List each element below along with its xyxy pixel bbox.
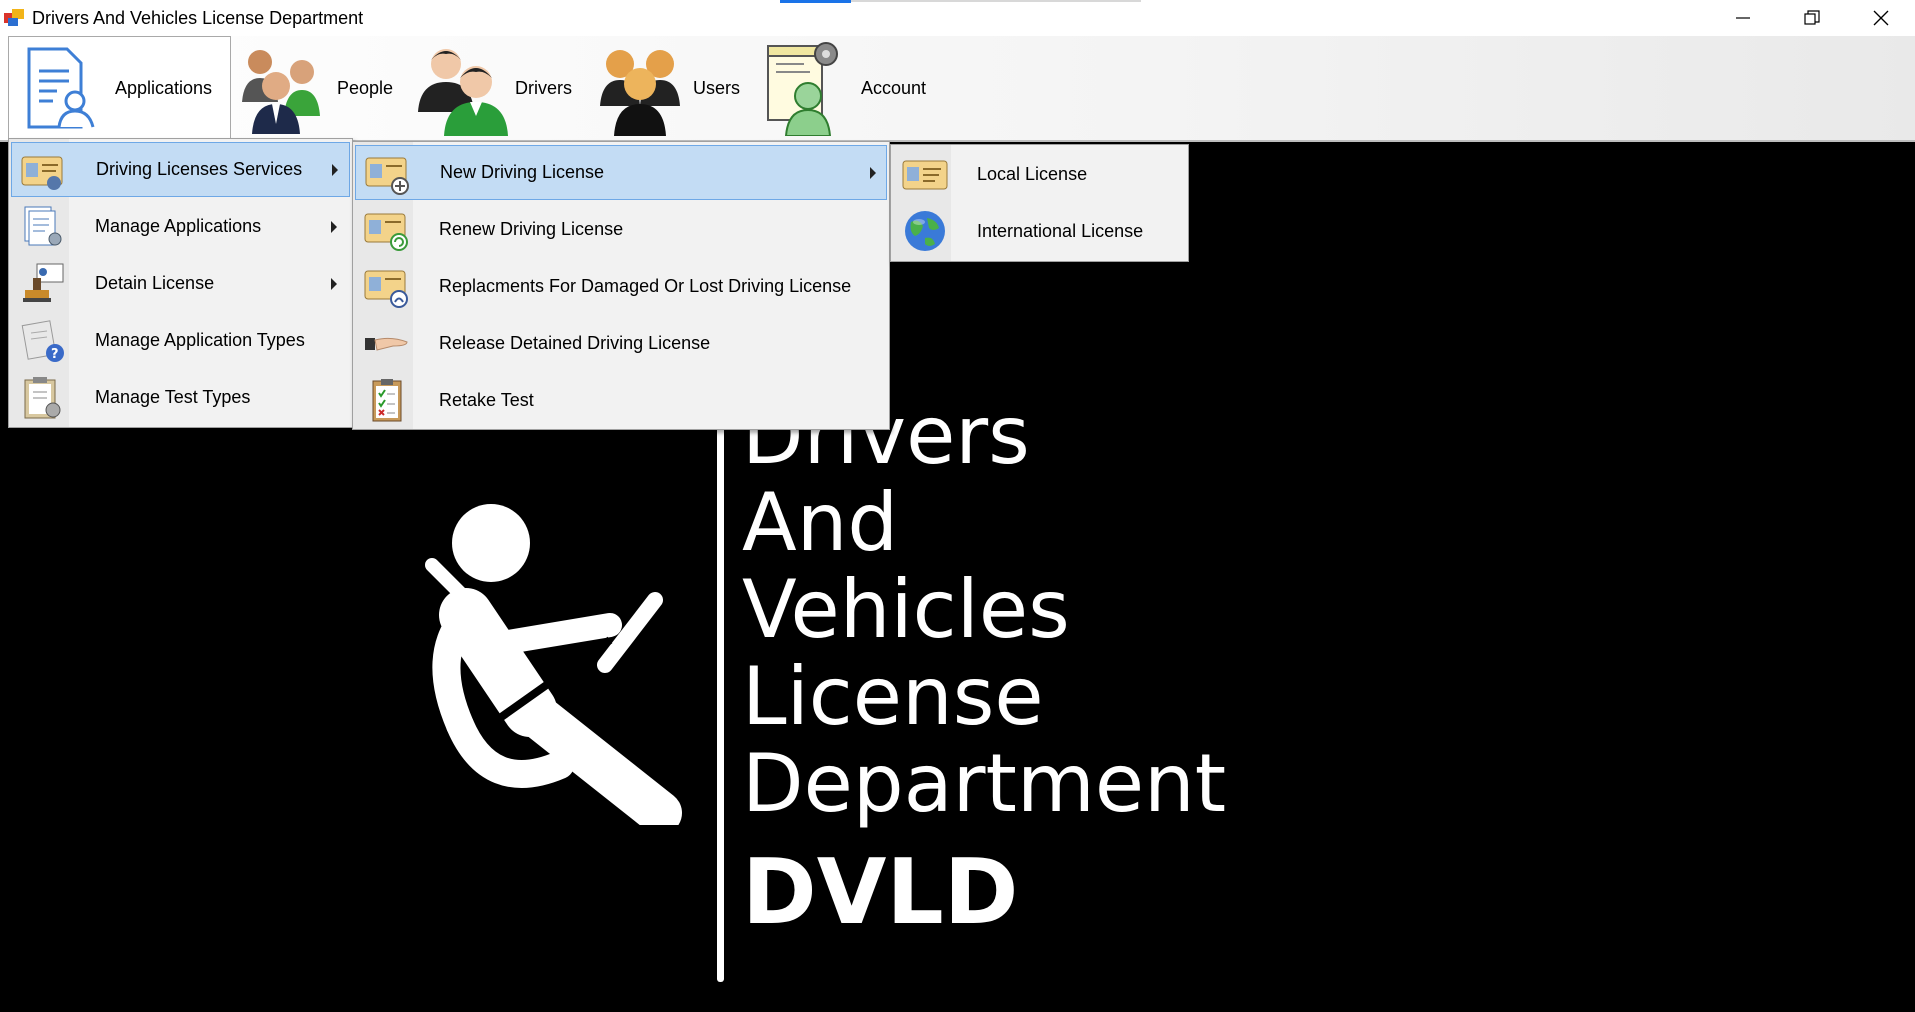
license-card-icon xyxy=(21,156,63,190)
submenu-arrow-icon xyxy=(332,163,338,176)
menu-account[interactable]: Account xyxy=(764,36,944,140)
menu-item-label: New Driving License xyxy=(440,162,605,182)
logo-line-vehicles: Vehicles xyxy=(742,563,1070,656)
submenu-arrow-icon xyxy=(331,220,337,233)
close-button[interactable] xyxy=(1847,0,1915,36)
menu-item-label: Detain License xyxy=(95,273,215,293)
menu-item-label: Manage Test Types xyxy=(95,387,251,407)
window-title: Drivers And Vehicles License Department xyxy=(32,8,364,28)
menu-item-label: Retake Test xyxy=(439,390,534,410)
menu-item-release-detained-license[interactable]: Release Detained Driving License xyxy=(355,316,887,371)
title-accent-line xyxy=(851,0,1141,2)
people-icon xyxy=(242,50,320,134)
menu-item-label: Release Detained Driving License xyxy=(439,333,711,353)
logo-line-and: And xyxy=(742,476,899,569)
title-bar: Drivers And Vehicles License Department xyxy=(0,0,1915,36)
menu-applications[interactable]: Applications xyxy=(8,36,231,140)
main-window: Drivers And Vehicles License Department xyxy=(0,0,1915,1012)
menu-item-detain-license[interactable]: Detain License xyxy=(11,256,350,311)
menu-item-replacements[interactable]: Replacments For Damaged Or Lost Driving … xyxy=(355,259,887,314)
submenu-arrow-icon xyxy=(331,277,337,290)
stamp-icon xyxy=(23,263,64,302)
applications-icon xyxy=(27,47,95,129)
logo-line-license: License xyxy=(742,650,1044,743)
new-license-menu: Local License International License xyxy=(890,144,1189,262)
applications-menu: Driving Licenses Services Manage Applica… xyxy=(8,138,353,428)
menu-item-manage-test-types[interactable]: Manage Test Types xyxy=(11,370,350,425)
license-card-icon xyxy=(902,160,948,190)
license-replace-icon xyxy=(364,270,408,308)
clipboard-gear-icon xyxy=(24,377,61,419)
logo-divider xyxy=(717,412,724,982)
release-hand-icon xyxy=(365,337,408,351)
users-icon xyxy=(600,50,680,136)
logo-acronym: DVLD xyxy=(742,840,1019,945)
menu-item-label: Manage Applications xyxy=(95,216,262,236)
document-question-icon: ? xyxy=(21,320,64,362)
menu-strip: Applications People Drivers Users Accoun… xyxy=(0,36,1915,142)
title-accent xyxy=(780,0,851,3)
menu-item-local-license[interactable]: Local License xyxy=(893,147,1186,202)
menu-applications-label: Applications xyxy=(115,78,213,98)
menu-users-label: Users xyxy=(693,77,741,98)
restore-button[interactable] xyxy=(1778,0,1846,36)
menu-item-manage-applications[interactable]: Manage Applications xyxy=(11,199,350,254)
documents-gear-icon xyxy=(24,206,62,246)
menu-item-label: Renew Driving License xyxy=(439,219,624,239)
license-renew-icon xyxy=(364,213,408,251)
minimize-button[interactable] xyxy=(1709,0,1777,36)
menu-users[interactable]: Users xyxy=(592,36,742,140)
menu-item-manage-application-types[interactable]: ? Manage Application Types xyxy=(11,313,350,368)
menu-drivers-label: Drivers xyxy=(515,77,572,98)
checklist-icon xyxy=(372,379,402,422)
menu-item-renew-driving-license[interactable]: Renew Driving License xyxy=(355,202,887,257)
driving-services-menu: New Driving License Renew Driving Licens… xyxy=(352,141,890,430)
menu-item-driving-licenses-services[interactable]: Driving Licenses Services xyxy=(11,142,350,197)
submenu-arrow-icon xyxy=(870,166,876,179)
seated-driver-logo xyxy=(425,504,682,825)
menu-people-label: People xyxy=(337,77,394,98)
menu-item-label: Replacments For Damaged Or Lost Driving … xyxy=(439,276,852,296)
minimize-icon xyxy=(1736,17,1750,19)
close-icon xyxy=(1873,10,1889,26)
menu-item-label: Manage Application Types xyxy=(95,330,305,350)
menu-item-international-license[interactable]: International License xyxy=(893,204,1186,259)
logo-line-department: Department xyxy=(742,737,1227,830)
license-add-icon xyxy=(365,157,409,195)
menu-people[interactable]: People xyxy=(236,36,396,140)
menu-account-label: Account xyxy=(861,77,927,98)
menu-drivers[interactable]: Drivers xyxy=(414,36,574,140)
app-icon xyxy=(4,9,24,26)
globe-icon xyxy=(905,211,945,251)
svg-text:?: ? xyxy=(51,347,59,362)
menu-item-label: Local License xyxy=(977,164,1088,184)
drivers-icon xyxy=(418,49,508,136)
menu-item-new-driving-license[interactable]: New Driving License xyxy=(355,145,887,200)
menu-item-label: Driving Licenses Services xyxy=(96,159,303,179)
account-icon xyxy=(767,42,838,136)
menu-item-label: International License xyxy=(977,221,1144,241)
menu-item-retake-test[interactable]: Retake Test xyxy=(355,373,887,428)
restore-icon xyxy=(1804,10,1820,25)
